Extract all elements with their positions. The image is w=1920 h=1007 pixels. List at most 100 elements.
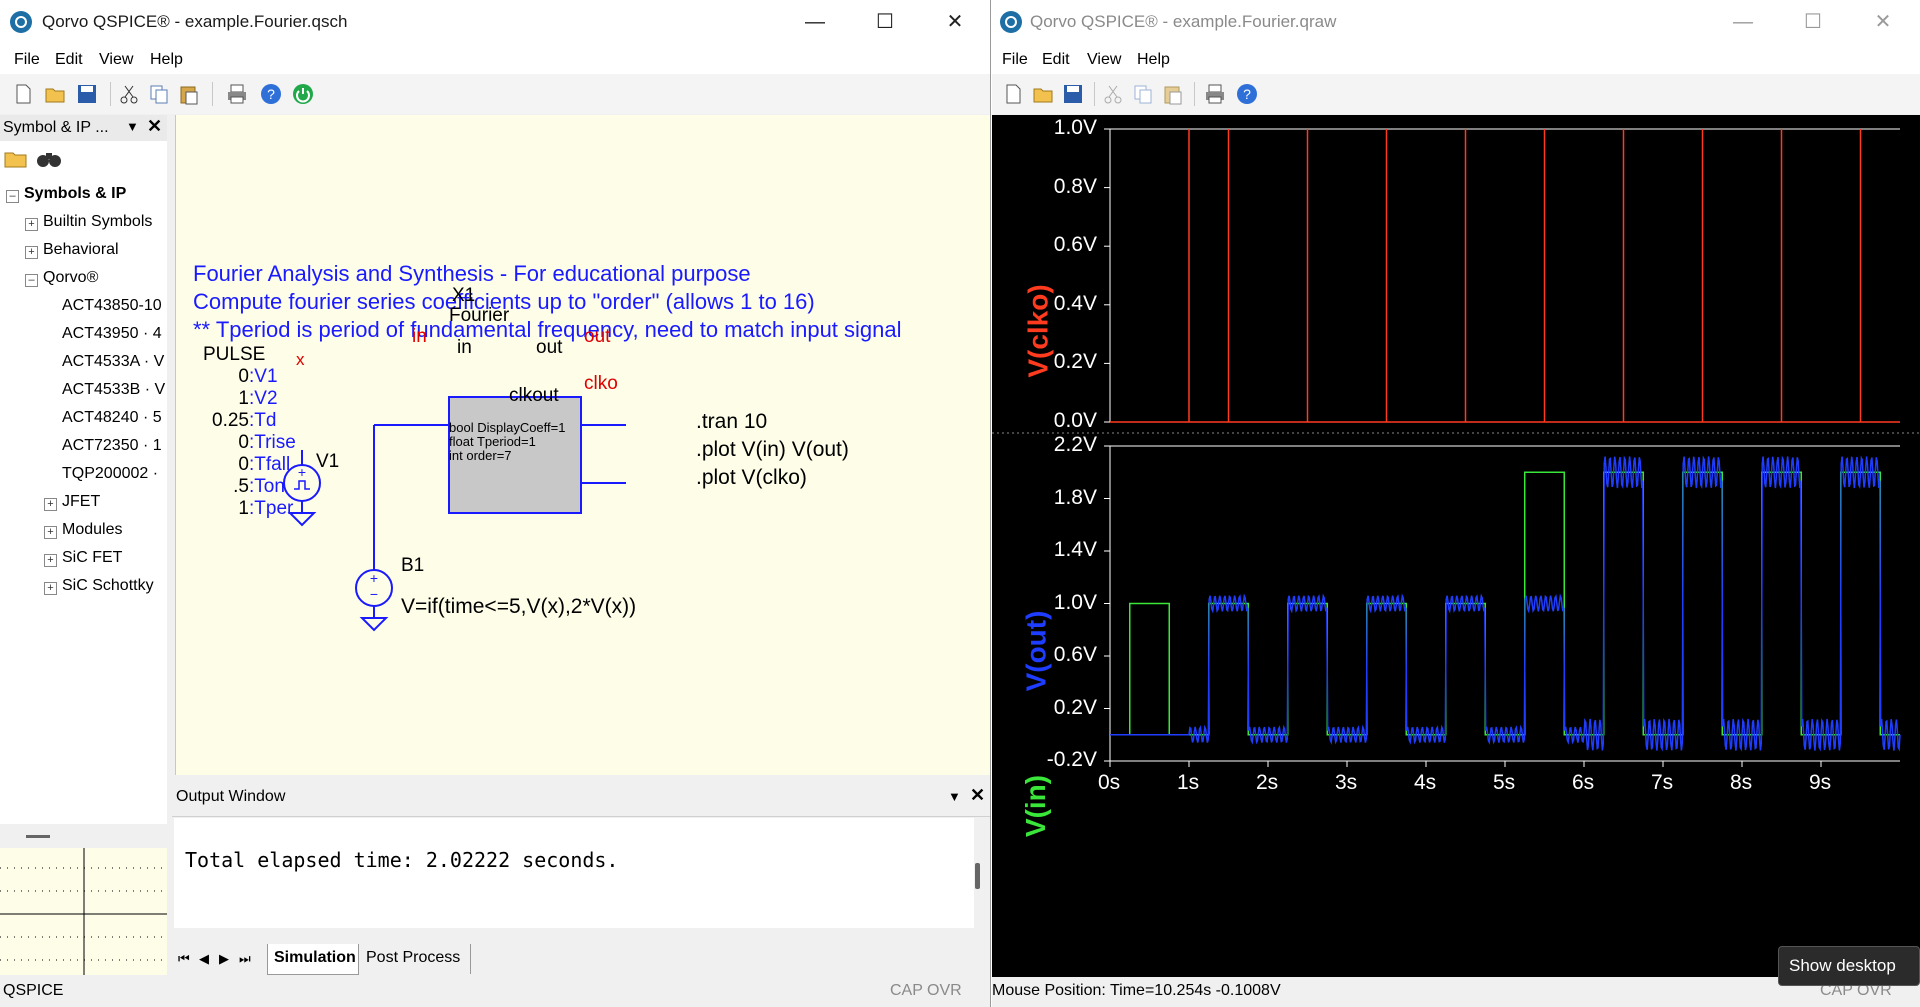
print-icon[interactable] (226, 83, 248, 105)
expand-icon[interactable]: + (44, 526, 57, 539)
open-folder-icon[interactable] (4, 149, 28, 169)
waveform-plot-area[interactable]: V(clko) V(out) V(in) 1.0V 0.8V 0.6V 0.4V 0.2… (992, 115, 1920, 977)
save-icon[interactable] (76, 83, 98, 105)
tab-post-process[interactable]: Post Process (360, 944, 471, 974)
open-folder-icon[interactable] (1032, 83, 1054, 105)
menu-edit[interactable]: Edit (55, 51, 83, 69)
tree-leaf[interactable]: ACT72350 · 1 (62, 437, 162, 455)
cut-icon[interactable] (1102, 83, 1124, 105)
paste-icon[interactable] (1162, 83, 1184, 105)
tree-leaf[interactable]: ACT4533A · V (62, 353, 164, 371)
last-sheet-icon[interactable]: ⏭ (239, 951, 251, 967)
binoculars-icon[interactable] (36, 149, 62, 169)
maximize-button[interactable]: ☐ (850, 0, 920, 44)
tree-item-sic-fet[interactable]: SiC FET (62, 549, 122, 567)
tree-item-sic-schottky[interactable]: SiC Schottky (62, 577, 154, 595)
run-simulation-icon[interactable] (292, 83, 314, 105)
menu-view[interactable]: View (1087, 51, 1121, 69)
title-bar[interactable]: Qorvo QSPICE® - example.Fourier.qsch — ☐… (0, 0, 990, 44)
expand-icon[interactable]: + (25, 218, 38, 231)
tree-item-behavioral[interactable]: Behavioral (43, 241, 119, 259)
menu-view[interactable]: View (99, 51, 133, 69)
expand-icon[interactable]: + (44, 582, 57, 595)
x1-instance-name[interactable]: X1 (452, 285, 475, 307)
paste-icon[interactable] (178, 83, 200, 105)
tab-simulation[interactable]: Simulation (267, 944, 359, 975)
save-icon[interactable] (1062, 83, 1084, 105)
b1-expression[interactable]: V=if(time<=5,V(x),2*V(x)) (401, 595, 636, 619)
cut-icon[interactable] (118, 83, 140, 105)
waveform-svg[interactable] (992, 115, 1920, 977)
tree-item-jfet[interactable]: JFET (62, 493, 100, 511)
v1-label[interactable]: V1 (316, 451, 339, 473)
schematic-canvas[interactable]: Fourier Analysis and Synthesis - For edu… (175, 115, 990, 775)
x-tick-label: 5s (1493, 771, 1516, 794)
tree-leaf[interactable]: TQP200002 · (62, 465, 158, 483)
collapse-icon[interactable]: – (6, 190, 19, 203)
pulse-values[interactable]: 0 1 0.25 0 0 .5 1 (176, 366, 249, 520)
pulse-value: 0.25 (212, 410, 249, 431)
splitter-handle[interactable] (26, 835, 50, 838)
net-label-in[interactable]: in (412, 326, 427, 348)
minimize-button[interactable]: — (1708, 0, 1778, 44)
minimize-button[interactable]: — (780, 0, 850, 44)
tree-item-qorvo[interactable]: Qorvo® (43, 269, 98, 287)
print-icon[interactable] (1204, 83, 1226, 105)
net-label-x[interactable]: x (296, 350, 305, 370)
tree-leaf[interactable]: ACT4533B · V (62, 381, 165, 399)
close-button[interactable]: ✕ (920, 0, 990, 44)
copy-icon[interactable] (1132, 83, 1154, 105)
x-tick-label: 9s (1809, 771, 1832, 794)
tree-leaf[interactable]: ACT43950 · 4 (62, 325, 162, 343)
close-button[interactable]: ✕ (1848, 0, 1918, 44)
expand-icon[interactable]: + (44, 554, 57, 567)
spice-directives[interactable]: .tran 10 .plot V(in) V(out) .plot V(clko… (696, 408, 849, 492)
tree-item-builtin[interactable]: Builtin Symbols (43, 213, 152, 231)
clko-axis-label[interactable]: V(clko) (1022, 265, 1082, 395)
prev-sheet-icon[interactable]: ◀ (199, 951, 209, 967)
pulse-title[interactable]: PULSE (203, 344, 265, 366)
menu-file[interactable]: File (1002, 51, 1028, 69)
expand-icon[interactable]: + (44, 498, 57, 511)
pulse-param-name: :V1 (249, 366, 278, 387)
output-menu-arrow-icon[interactable]: ▼ (948, 789, 961, 804)
tree-item-modules[interactable]: Modules (62, 521, 122, 539)
help-icon[interactable]: ? (260, 83, 282, 105)
menu-file[interactable]: File (14, 51, 40, 69)
new-file-icon[interactable] (1002, 83, 1024, 105)
output-close-icon[interactable]: ✕ (970, 785, 985, 806)
first-sheet-icon[interactable]: ⏮ (178, 951, 190, 967)
menu-help[interactable]: Help (150, 51, 183, 69)
net-label-out[interactable]: out (584, 326, 610, 348)
vertical-scrollbar[interactable] (975, 863, 980, 889)
help-icon[interactable]: ? (1236, 83, 1258, 105)
collapse-icon[interactable]: – (25, 274, 38, 287)
dock-menu-arrow-icon[interactable]: ▼ (126, 119, 139, 134)
output-window-title: Output Window (176, 788, 286, 805)
maximize-button[interactable]: ☐ (1778, 0, 1848, 44)
pulse-param-name: :Tper (249, 498, 294, 519)
expand-icon[interactable]: + (25, 246, 38, 259)
output-text-area[interactable]: Total elapsed time: 2.02222 seconds. (174, 818, 974, 973)
dock-close-icon[interactable]: ✕ (147, 116, 162, 137)
new-file-icon[interactable] (12, 83, 34, 105)
next-sheet-icon[interactable]: ▶ (219, 951, 229, 967)
toolbar: ? (0, 74, 990, 114)
open-folder-icon[interactable] (44, 83, 66, 105)
menu-edit[interactable]: Edit (1042, 51, 1070, 69)
copy-icon[interactable] (148, 83, 170, 105)
b1-label[interactable]: B1 (401, 555, 424, 577)
y-tick-label: 0.8V (1053, 174, 1097, 198)
x-tick-label: 4s (1414, 771, 1437, 794)
net-label-clko[interactable]: clko (584, 373, 618, 395)
menu-help[interactable]: Help (1137, 51, 1170, 69)
tree-leaf[interactable]: ACT48240 · 5 (62, 409, 162, 427)
tree-leaf[interactable]: ACT43850-10 (62, 297, 162, 315)
waveform-viewer-window: Qorvo QSPICE® - example.Fourier.qraw — ☐… (992, 0, 1920, 1007)
output-text: Total elapsed time: 2.02222 seconds. (185, 848, 619, 872)
tooltip-text: Show desktop (1789, 956, 1896, 975)
title-bar[interactable]: Qorvo QSPICE® - example.Fourier.qraw — ☐… (992, 0, 1920, 44)
tree-root[interactable]: Symbols & IP (24, 185, 126, 203)
x1-params[interactable]: bool DisplayCoeff=1 float Tperiod=1 int … (449, 421, 565, 463)
x1-type[interactable]: Fourier (449, 305, 509, 327)
